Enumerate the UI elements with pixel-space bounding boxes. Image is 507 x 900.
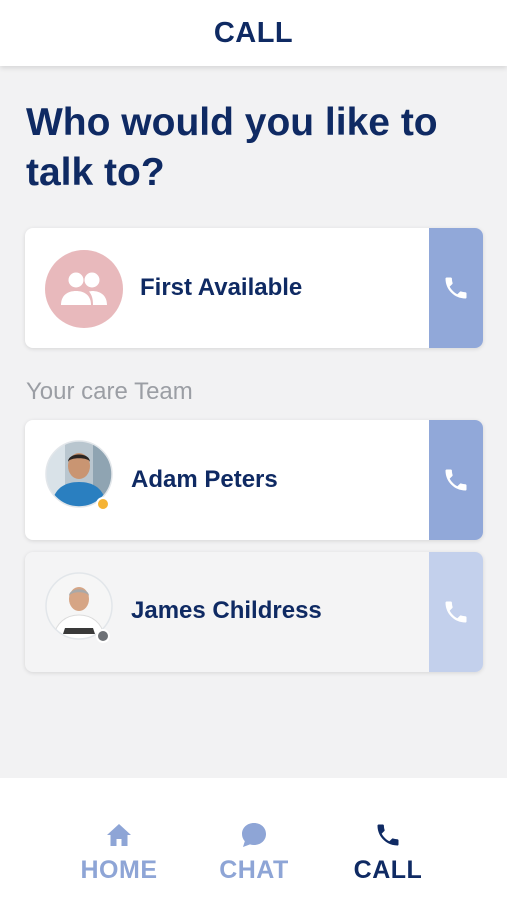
phone-icon — [445, 469, 467, 491]
tab-call[interactable]: CALL — [348, 778, 428, 900]
phone-icon — [445, 277, 467, 299]
page-title: CALL — [213, 16, 294, 49]
top-bar: CALL — [0, 0, 507, 66]
tab-chat-label: CHAT — [219, 856, 289, 884]
phone-icon — [445, 601, 467, 623]
first-available-card[interactable]: First Available — [25, 228, 483, 348]
tab-home-label: HOME — [80, 856, 158, 884]
chat-bubble-icon — [242, 823, 266, 847]
status-indicator-offline — [96, 629, 110, 643]
tab-call-label: CALL — [353, 856, 423, 884]
phone-icon — [377, 824, 399, 846]
group-icon — [61, 272, 107, 305]
call-first-available-button[interactable] — [429, 228, 483, 348]
care-team-member-card[interactable]: James Childress — [25, 552, 483, 672]
group-avatar — [45, 250, 123, 328]
tab-home[interactable]: HOME — [76, 778, 162, 900]
prompt-heading: Who would you like to talk to? — [26, 101, 438, 194]
member-name: James Childress — [131, 597, 322, 624]
call-james-childress-button[interactable] — [429, 552, 483, 672]
home-icon — [107, 824, 131, 846]
care-team-label: Your care Team — [26, 378, 193, 405]
first-available-label: First Available — [140, 274, 303, 301]
tab-chat[interactable]: CHAT — [212, 778, 296, 900]
bottom-tab-bar: HOME CHAT CALL — [0, 778, 507, 900]
care-team-member-card[interactable]: Adam Peters — [25, 420, 483, 540]
call-adam-peters-button[interactable] — [429, 420, 483, 540]
status-indicator-away — [96, 497, 110, 511]
member-name: Adam Peters — [131, 466, 278, 493]
